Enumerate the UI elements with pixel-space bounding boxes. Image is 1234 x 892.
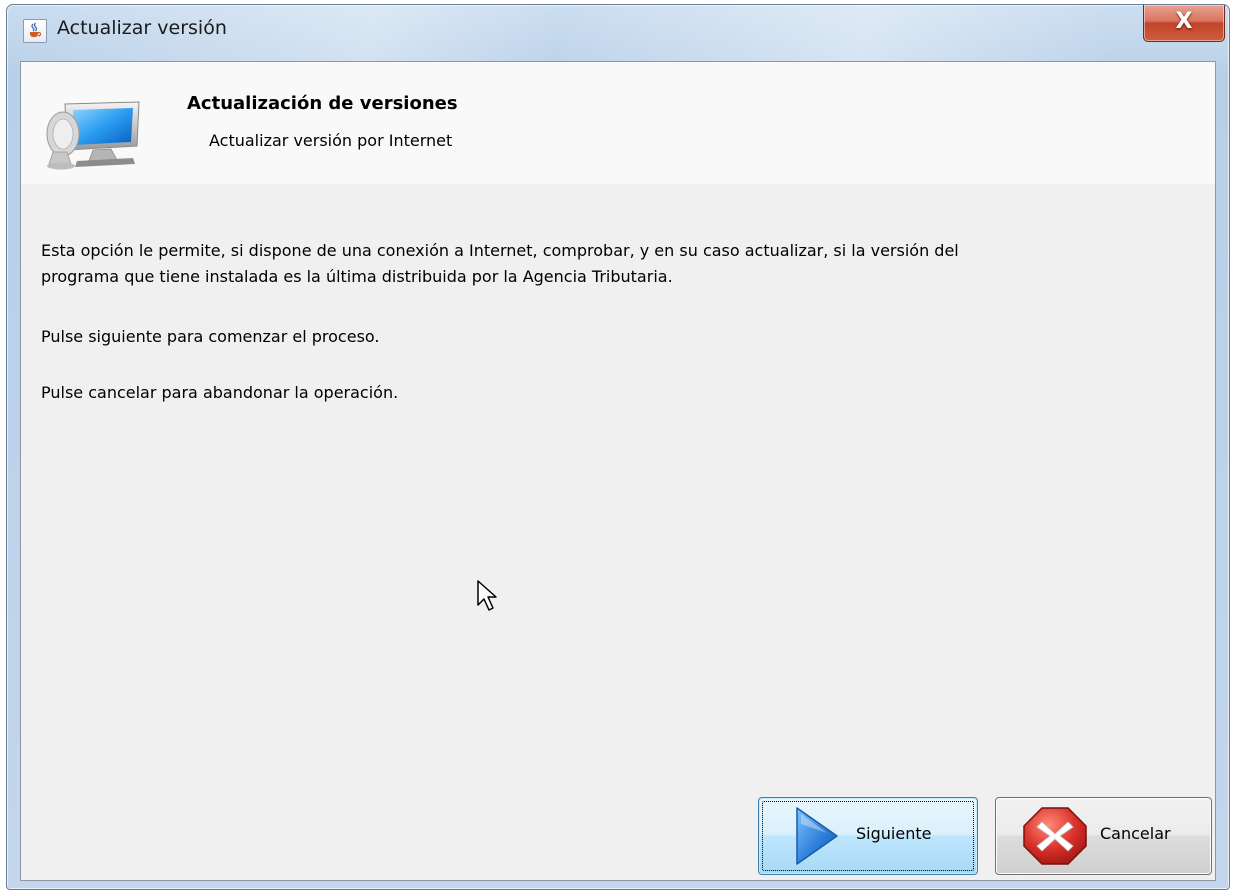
close-button[interactable]: X xyxy=(1143,5,1225,42)
title-bar[interactable]: Actualizar versión X xyxy=(7,5,1229,59)
red-x-icon xyxy=(1022,806,1088,870)
next-button[interactable]: Siguiente xyxy=(758,797,978,875)
dialog-window: Actualizar versión X Actualización de ve… xyxy=(6,4,1230,890)
next-button-label: Siguiente xyxy=(856,824,932,843)
dialog-content: Actualización de versiones Actualizar ve… xyxy=(20,61,1216,881)
instruction-cancel: Pulse cancelar para abandonar la operaci… xyxy=(41,383,399,402)
play-arrow-icon xyxy=(793,806,841,870)
wizard-header: Actualización de versiones Actualizar ve… xyxy=(21,62,1215,184)
cancel-button[interactable]: Cancelar xyxy=(995,797,1212,875)
description-line-1: Esta opción le permite, si dispone de un… xyxy=(41,241,959,260)
header-subtitle: Actualizar versión por Internet xyxy=(209,131,453,150)
computer-monitor-icon xyxy=(41,100,151,172)
close-icon: X xyxy=(1175,9,1193,34)
cancel-button-label: Cancelar xyxy=(1100,824,1171,843)
window-title: Actualizar versión xyxy=(57,17,227,39)
instruction-next: Pulse siguiente para comenzar el proceso… xyxy=(41,327,380,346)
mouse-cursor-icon xyxy=(476,579,500,617)
java-cup-icon[interactable] xyxy=(23,19,47,43)
header-title: Actualización de versiones xyxy=(187,93,458,114)
description-line-2: programa que tiene instalada es la últim… xyxy=(41,267,673,286)
